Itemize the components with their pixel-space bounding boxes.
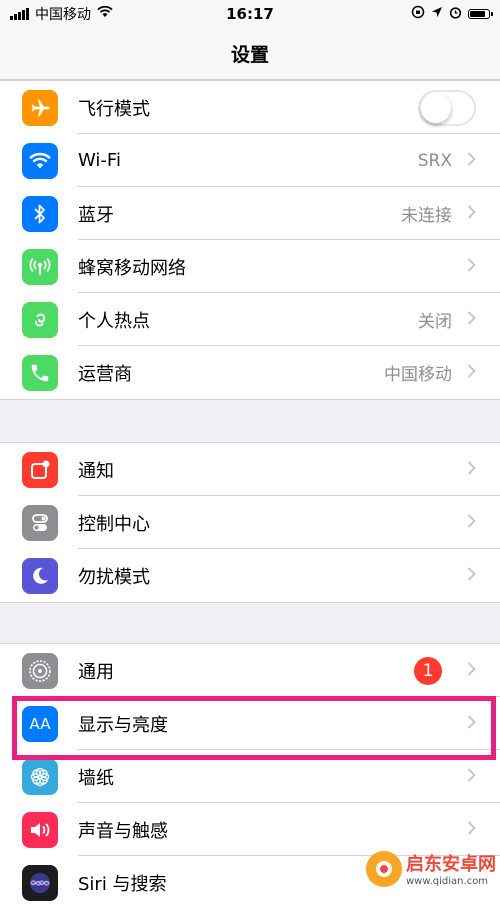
bluetooth-icon bbox=[22, 195, 58, 232]
control-center-label: 控制中心 bbox=[78, 513, 150, 535]
notifications-label: 通知 bbox=[78, 460, 114, 482]
control-center-icon bbox=[22, 504, 58, 541]
carrier-label: 运营商 bbox=[78, 363, 132, 385]
connectivity-group: 飞行模式 Wi-Fi SRX 蓝牙 未连接 蜂窝移动网络 个人热点 关闭 运营商… bbox=[0, 80, 500, 400]
wallpaper-row[interactable]: 墙纸 bbox=[0, 750, 500, 803]
phone-icon bbox=[22, 354, 58, 391]
airplane-icon bbox=[22, 89, 58, 126]
wifi-row[interactable]: Wi-Fi SRX bbox=[0, 134, 500, 187]
bluetooth-label: 蓝牙 bbox=[78, 204, 114, 226]
moon-icon bbox=[22, 557, 58, 594]
siri-search-label: Siri 与搜索 bbox=[78, 873, 167, 895]
page-title: 设置 bbox=[230, 44, 269, 66]
chevron-right-icon bbox=[467, 310, 476, 329]
general-label: 通用 bbox=[78, 661, 114, 683]
gear-icon bbox=[22, 652, 58, 689]
bluetooth-status-value: 未连接 bbox=[401, 206, 452, 226]
notifications-group: 通知 控制中心 勿扰模式 bbox=[0, 442, 500, 603]
display-brightness-row[interactable]: AA 显示与亮度 bbox=[0, 697, 500, 750]
sounds-haptics-row[interactable]: 声音与触感 bbox=[0, 803, 500, 856]
watermark: 启东安卓网 www.qidian.com bbox=[366, 850, 496, 887]
chevron-right-icon bbox=[467, 820, 476, 839]
chevron-right-icon bbox=[467, 767, 476, 786]
clock: 16:17 bbox=[226, 5, 274, 23]
do-not-disturb-row[interactable]: 勿扰模式 bbox=[0, 549, 500, 602]
alarm-icon bbox=[449, 6, 462, 23]
carrier-row[interactable]: 运营商 中国移动 bbox=[0, 346, 500, 399]
watermark-title: 启东安卓网 bbox=[406, 854, 496, 875]
orientation-lock-icon bbox=[411, 5, 425, 23]
wifi-icon bbox=[22, 142, 58, 179]
do-not-disturb-label: 勿扰模式 bbox=[78, 566, 150, 588]
carrier-value: 中国移动 bbox=[384, 365, 452, 385]
watermark-logo-icon bbox=[366, 850, 402, 887]
cellular-icon bbox=[22, 248, 58, 285]
hotspot-icon bbox=[22, 301, 58, 338]
wifi-network-value: SRX bbox=[417, 150, 452, 171]
notifications-row[interactable]: 通知 bbox=[0, 443, 500, 496]
chevron-right-icon bbox=[467, 151, 476, 170]
notifications-icon bbox=[22, 451, 58, 488]
chevron-right-icon bbox=[467, 460, 476, 479]
general-row[interactable]: 通用 1 bbox=[0, 644, 500, 697]
location-icon bbox=[431, 6, 443, 22]
display-aa-icon: AA bbox=[22, 705, 58, 742]
display-aa-text: AA bbox=[29, 714, 51, 733]
cellular-label: 蜂窝移动网络 bbox=[78, 257, 186, 279]
bluetooth-row[interactable]: 蓝牙 未连接 bbox=[0, 187, 500, 240]
battery-icon bbox=[468, 9, 493, 19]
chevron-right-icon bbox=[467, 513, 476, 532]
cellular-row[interactable]: 蜂窝移动网络 bbox=[0, 240, 500, 293]
hotspot-status-value: 关闭 bbox=[418, 312, 452, 332]
airplane-mode-row[interactable]: 飞行模式 bbox=[0, 81, 500, 134]
hotspot-row[interactable]: 个人热点 关闭 bbox=[0, 293, 500, 346]
watermark-url: www.qidian.com bbox=[406, 876, 489, 887]
chevron-right-icon bbox=[467, 566, 476, 585]
update-badge: 1 bbox=[414, 656, 442, 685]
wallpaper-label: 墙纸 bbox=[78, 767, 114, 789]
chevron-right-icon bbox=[467, 363, 476, 382]
chevron-right-icon bbox=[467, 714, 476, 733]
wifi-status-icon bbox=[97, 5, 113, 22]
display-brightness-label: 显示与亮度 bbox=[78, 714, 168, 736]
hotspot-label: 个人热点 bbox=[78, 310, 150, 332]
chevron-right-icon bbox=[467, 257, 476, 276]
control-center-row[interactable]: 控制中心 bbox=[0, 496, 500, 549]
signal-strength-icon bbox=[10, 8, 29, 20]
sounds-haptics-label: 声音与触感 bbox=[78, 820, 168, 842]
chevron-right-icon bbox=[467, 661, 476, 680]
siri-icon bbox=[22, 864, 58, 901]
sound-icon bbox=[22, 811, 58, 848]
navigation-bar: 设置 bbox=[0, 28, 500, 80]
wallpaper-icon bbox=[22, 758, 58, 795]
wifi-label: Wi-Fi bbox=[78, 150, 121, 171]
airplane-mode-label: 飞行模式 bbox=[78, 98, 150, 120]
airplane-mode-toggle[interactable] bbox=[418, 89, 476, 126]
chevron-right-icon bbox=[467, 204, 476, 223]
status-bar: 中国移动 16:17 bbox=[0, 0, 500, 28]
carrier-name: 中国移动 bbox=[35, 7, 91, 23]
